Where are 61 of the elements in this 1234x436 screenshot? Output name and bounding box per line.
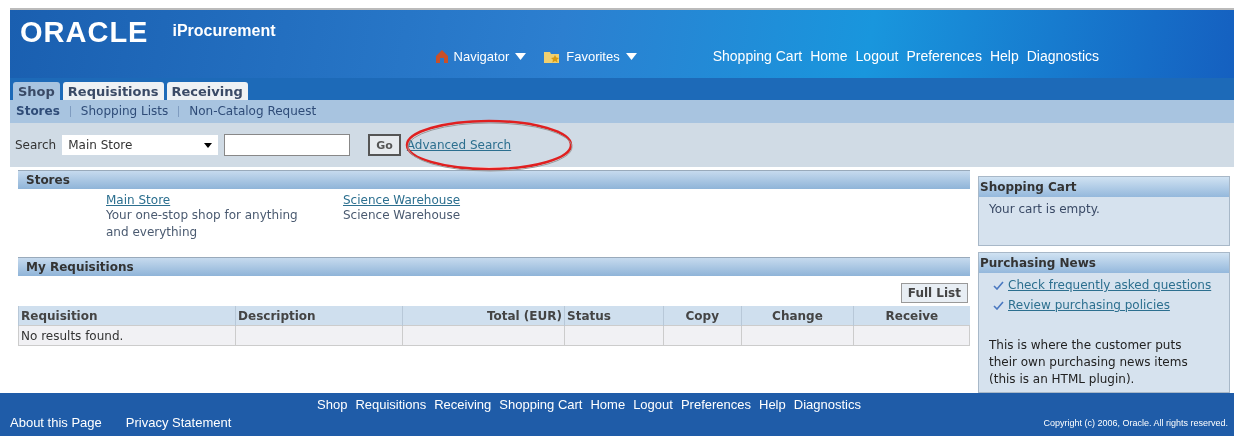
cart-status: Your cart is empty. (988, 201, 1101, 219)
caret-icon (204, 142, 213, 148)
global-link[interactable]: Help (989, 48, 1019, 64)
news-link[interactable]: Review purchasing policies (1008, 298, 1170, 313)
store-link[interactable]: Science Warehouse (343, 193, 461, 208)
check-icon (993, 280, 1004, 290)
footer-link[interactable]: Receiving (434, 396, 492, 412)
footer-link[interactable]: Preferences (680, 396, 751, 412)
check-icon (993, 300, 1004, 310)
store-description: Your one-stop shop for anything and everything (106, 207, 299, 242)
menu-link[interactable]: Favorites (544, 48, 637, 64)
section-header: Stores (18, 170, 970, 190)
house-icon (435, 49, 448, 63)
global-link[interactable]: Preferences (906, 48, 982, 64)
news-text: This is where the customer puts their own purchasing news items (this is an HTML plugin). (988, 337, 1189, 389)
news-link[interactable]: Check frequently asked questions (1008, 278, 1212, 293)
table-cell: No results found. (18, 325, 236, 346)
global-link[interactable]: Logout (855, 48, 899, 64)
folder-star-icon (544, 49, 561, 63)
column-header: Receive (853, 306, 970, 326)
footer-link[interactable]: Home (590, 396, 626, 412)
column-header: Status (564, 306, 664, 326)
footer-link[interactable]: Requisitions (355, 396, 427, 412)
column-header: Requisition (18, 306, 236, 326)
tab[interactable]: Receiving (166, 81, 248, 100)
store-link[interactable]: Main Store (106, 193, 171, 208)
panel-header: Shopping Cart (979, 177, 1229, 198)
global-link[interactable]: Diagnostics (1026, 48, 1100, 64)
caret-icon (515, 52, 527, 60)
panel-header: Purchasing News (979, 253, 1229, 274)
tab[interactable]: Requisitions (62, 81, 164, 100)
subtab-link[interactable]: Stores (16, 104, 60, 119)
global-link[interactable]: Home (810, 48, 848, 64)
search-label: Search (15, 138, 57, 153)
go-button[interactable]: Go (368, 134, 401, 157)
column-header: Description (235, 306, 403, 326)
footer-link[interactable]: Shopping Cart (499, 396, 583, 412)
column-header: Change (741, 306, 854, 326)
subtab-link[interactable]: Shopping Lists (80, 104, 169, 119)
footer-link[interactable]: Help (759, 396, 786, 412)
app-title: iProcurement (172, 22, 276, 40)
column-header: Total (EUR) (402, 306, 565, 326)
caret-icon (625, 52, 637, 60)
store-description: Science Warehouse (343, 207, 462, 225)
oracle-logo: ORACLE (20, 16, 149, 49)
footer-link[interactable]: Shop (317, 396, 348, 412)
section-header: My Requisitions (18, 257, 970, 277)
menu-link[interactable]: Navigator (435, 48, 527, 64)
footer-link[interactable]: Diagnostics (793, 396, 861, 412)
copyright-text: Copyright (c) 2006, Oracle. All rights reserved. (1043, 417, 1228, 428)
footer-link[interactable]: Logout (633, 396, 673, 412)
global-link[interactable]: Shopping Cart (712, 48, 803, 64)
footer-link[interactable]: About this Page (10, 415, 102, 431)
search-field[interactable] (224, 134, 351, 157)
tab[interactable]: Shop (13, 81, 60, 100)
store-dropdown[interactable]: Main Store (62, 135, 219, 156)
full-list-button[interactable]: Full List (900, 283, 968, 304)
footer-link[interactable]: Privacy Statement (125, 415, 232, 431)
subtab-link[interactable]: Non-Catalog Request (189, 104, 317, 119)
column-header: Copy (663, 306, 742, 326)
advanced-search-link[interactable]: Advanced Search (406, 138, 512, 153)
